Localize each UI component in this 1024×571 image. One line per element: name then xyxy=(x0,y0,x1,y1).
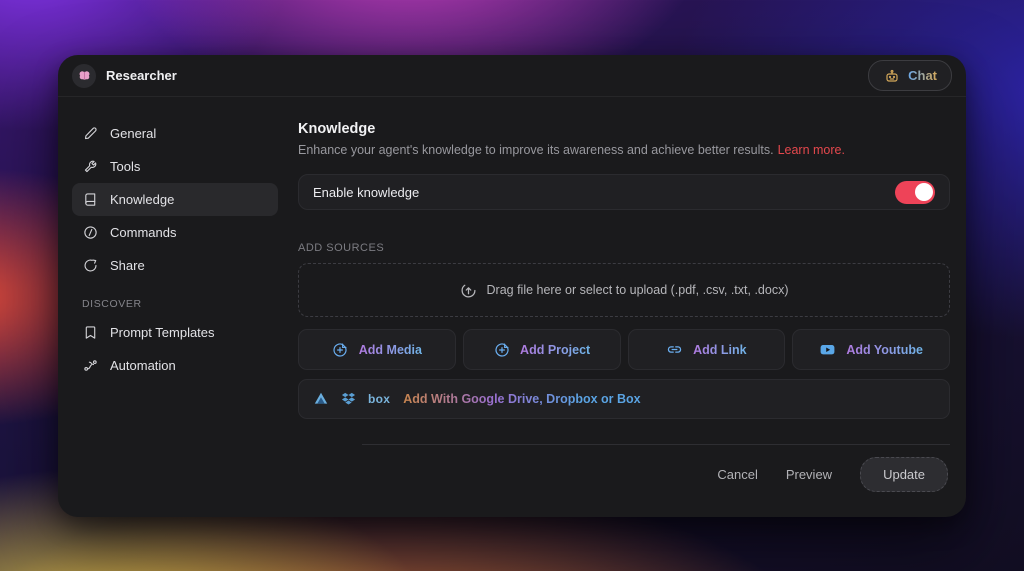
sidebar-item-label: Share xyxy=(110,258,145,273)
enable-knowledge-label: Enable knowledge xyxy=(313,184,420,200)
slash-circle-icon xyxy=(82,224,99,241)
sidebar-item-label: Commands xyxy=(110,225,177,240)
brain-icon xyxy=(79,71,89,80)
dropzone-text: Drag file here or select to upload (.pdf… xyxy=(486,283,789,297)
chat-button-label: Chat xyxy=(908,68,937,83)
wrench-icon xyxy=(82,158,99,175)
box-logo: box xyxy=(368,392,391,406)
add-sources-label: ADD SOURCES xyxy=(298,242,385,254)
youtube-icon xyxy=(819,341,836,358)
preview-button[interactable]: Preview xyxy=(786,467,832,482)
agent-settings-modal: Researcher Chat General Tools Knowledge … xyxy=(58,55,966,517)
sidebar-item-automation[interactable]: Automation xyxy=(72,349,278,382)
sidebar-item-knowledge[interactable]: Knowledge xyxy=(72,183,278,216)
book-icon xyxy=(82,191,99,208)
add-youtube-button[interactable]: Add Youtube xyxy=(792,329,950,370)
sidebar-item-general[interactable]: General xyxy=(72,117,278,150)
sidebar-section-discover: DISCOVER xyxy=(82,298,142,310)
cancel-button[interactable]: Cancel xyxy=(717,467,757,482)
google-drive-icon xyxy=(312,391,329,408)
sidebar: General Tools Knowledge Commands Share D… xyxy=(58,97,290,517)
dropbox-icon xyxy=(340,391,357,408)
add-source-buttons: Add Media Add Project Add Link Add Youtu… xyxy=(298,329,950,370)
subtitle-text: Enhance your agent's knowledge to improv… xyxy=(298,143,774,157)
share-icon xyxy=(82,257,99,274)
agent-title: Researcher xyxy=(106,68,177,83)
add-project-button[interactable]: Add Project xyxy=(462,329,621,370)
robot-icon xyxy=(883,67,900,84)
add-youtube-label: Add Youtube xyxy=(846,342,923,357)
file-plus-icon xyxy=(332,341,349,358)
link-icon xyxy=(666,341,683,358)
cloud-import-row[interactable]: box Add With Google Drive, Dropbox or Bo… xyxy=(298,379,950,419)
file-dropzone[interactable]: Drag file here or select to upload (.pdf… xyxy=(298,263,950,317)
add-project-label: Add Project xyxy=(520,342,591,357)
page-subtitle: Enhance your agent's knowledge to improv… xyxy=(298,143,950,157)
add-link-label: Add Link xyxy=(693,342,747,357)
sidebar-item-label: General xyxy=(110,126,157,141)
sidebar-item-label: Prompt Templates xyxy=(110,325,215,340)
add-media-label: Add Media xyxy=(358,342,422,357)
learn-more-link[interactable]: Learn more. xyxy=(778,143,845,157)
pencil-icon xyxy=(82,125,99,142)
avatar xyxy=(72,63,96,88)
add-media-button[interactable]: Add Media xyxy=(298,329,456,370)
update-button[interactable]: Update xyxy=(860,456,948,492)
sidebar-item-label: Knowledge xyxy=(110,192,175,207)
enable-knowledge-toggle[interactable] xyxy=(895,180,935,204)
enable-knowledge-card: Enable knowledge xyxy=(298,174,950,210)
sidebar-item-prompt-templates[interactable]: Prompt Templates xyxy=(72,316,278,349)
add-link-button[interactable]: Add Link xyxy=(627,329,786,370)
sidebar-item-tools[interactable]: Tools xyxy=(72,150,278,183)
toggle-knob xyxy=(914,183,933,201)
modal-header: Researcher Chat xyxy=(58,55,966,97)
footer-actions: Cancel Preview Update xyxy=(298,445,950,503)
bookmark-icon xyxy=(82,324,99,341)
sidebar-item-label: Tools xyxy=(110,159,141,174)
sidebar-item-share[interactable]: Share xyxy=(72,249,278,282)
sidebar-item-label: Automation xyxy=(110,358,176,373)
knowledge-panel: Knowledge Enhance your agent's knowledge… xyxy=(290,97,966,517)
upload-icon xyxy=(460,282,477,299)
cloud-import-label: Add With Google Drive, Dropbox or Box xyxy=(403,392,641,406)
chat-button[interactable]: Chat xyxy=(868,60,952,91)
page-title: Knowledge xyxy=(298,121,376,137)
sidebar-item-commands[interactable]: Commands xyxy=(72,216,278,249)
file-plus-icon xyxy=(493,341,510,358)
automation-route-icon xyxy=(82,357,99,374)
